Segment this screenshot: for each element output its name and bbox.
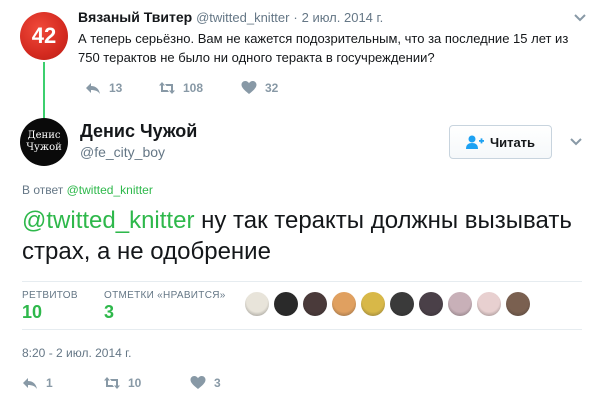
liker-avatar[interactable] <box>303 292 327 316</box>
parent-author-name[interactable]: Вязаный Твитер <box>78 9 192 25</box>
liker-avatar[interactable] <box>361 292 385 316</box>
reply-to-link[interactable]: @twitted_knitter <box>67 183 153 197</box>
liker-avatar[interactable] <box>419 292 443 316</box>
liker-avatar[interactable] <box>477 292 501 316</box>
parent-reply-button[interactable]: 13 <box>85 80 122 96</box>
tweet-text: @twitted_knitter ну так теракты должны в… <box>22 205 582 267</box>
author-avatar[interactable]: Денис Чужой <box>20 118 68 166</box>
liker-avatar[interactable] <box>274 292 298 316</box>
liker-avatar[interactable] <box>245 292 269 316</box>
parent-like-count: 32 <box>265 81 279 95</box>
parent-author-handle[interactable]: @twitted_knitter <box>196 10 289 25</box>
retweet-count: 10 <box>128 376 142 390</box>
reply-count: 1 <box>46 376 53 390</box>
mention-link[interactable]: @twitted_knitter <box>22 207 194 234</box>
retweet-icon <box>159 82 175 94</box>
reply-prefix: В ответ <box>22 183 64 197</box>
author-handle[interactable]: @fe_city_boy <box>80 144 165 160</box>
likers-avatars <box>245 292 530 316</box>
tweet-timestamp[interactable]: 8:20 - 2 июл. 2014 г. <box>22 346 131 360</box>
follow-label: Читать <box>489 134 536 150</box>
retweets-stat-value: 10 <box>22 302 43 322</box>
heart-icon <box>190 376 206 389</box>
avatar-line-2: Чужой <box>26 142 62 153</box>
reply-context: В ответ @twitted_knitter <box>22 183 153 197</box>
likes-stat[interactable]: ОТМЕТКИ «НРАВИТСЯ» 3 <box>104 290 226 323</box>
liker-avatar[interactable] <box>448 292 472 316</box>
retweets-stat[interactable]: РЕТВИТОВ 10 <box>22 290 78 323</box>
likes-stat-value: 3 <box>104 302 115 322</box>
liker-avatar[interactable] <box>390 292 414 316</box>
parent-like-button[interactable]: 32 <box>241 80 278 96</box>
author-name[interactable]: Денис Чужой <box>80 121 197 142</box>
avatar-line-1: Денис <box>27 130 61 141</box>
likes-stat-label: ОТМЕТКИ «НРАВИТСЯ» <box>104 290 226 301</box>
liker-avatar[interactable] <box>332 292 356 316</box>
more-chevron-icon[interactable] <box>568 134 584 150</box>
add-user-icon <box>465 135 484 149</box>
parent-date[interactable]: 2 июл. 2014 г. <box>302 10 384 25</box>
parent-avatar[interactable]: 42 <box>20 12 68 60</box>
like-button[interactable]: 3 <box>190 375 221 391</box>
retweet-icon <box>104 377 120 389</box>
divider-bottom <box>22 329 582 330</box>
liker-avatar[interactable] <box>506 292 530 316</box>
parent-avatar-text: 42 <box>31 23 57 48</box>
retweets-stat-label: РЕТВИТОВ <box>22 290 78 301</box>
retweet-button[interactable]: 10 <box>104 375 141 391</box>
parent-header: Вязаный Твитер @twitted_knitter · 2 июл.… <box>78 9 383 25</box>
thread-connector <box>43 62 45 118</box>
like-count: 3 <box>214 376 221 390</box>
reply-button[interactable]: 1 <box>22 375 53 391</box>
parent-tweet-text: А теперь серьёзно. Вам не кажется подозр… <box>78 31 569 65</box>
parent-retweet-button[interactable]: 108 <box>159 80 203 96</box>
heart-icon <box>241 81 257 94</box>
reply-icon <box>86 83 100 94</box>
divider-top <box>22 281 582 282</box>
parent-reply-count: 13 <box>109 81 123 95</box>
follow-button[interactable]: Читать <box>449 125 552 159</box>
parent-retweet-count: 108 <box>183 81 204 95</box>
reply-icon <box>23 378 37 389</box>
parent-more-chevron-icon[interactable] <box>572 10 588 26</box>
header-separator: · <box>293 10 298 25</box>
